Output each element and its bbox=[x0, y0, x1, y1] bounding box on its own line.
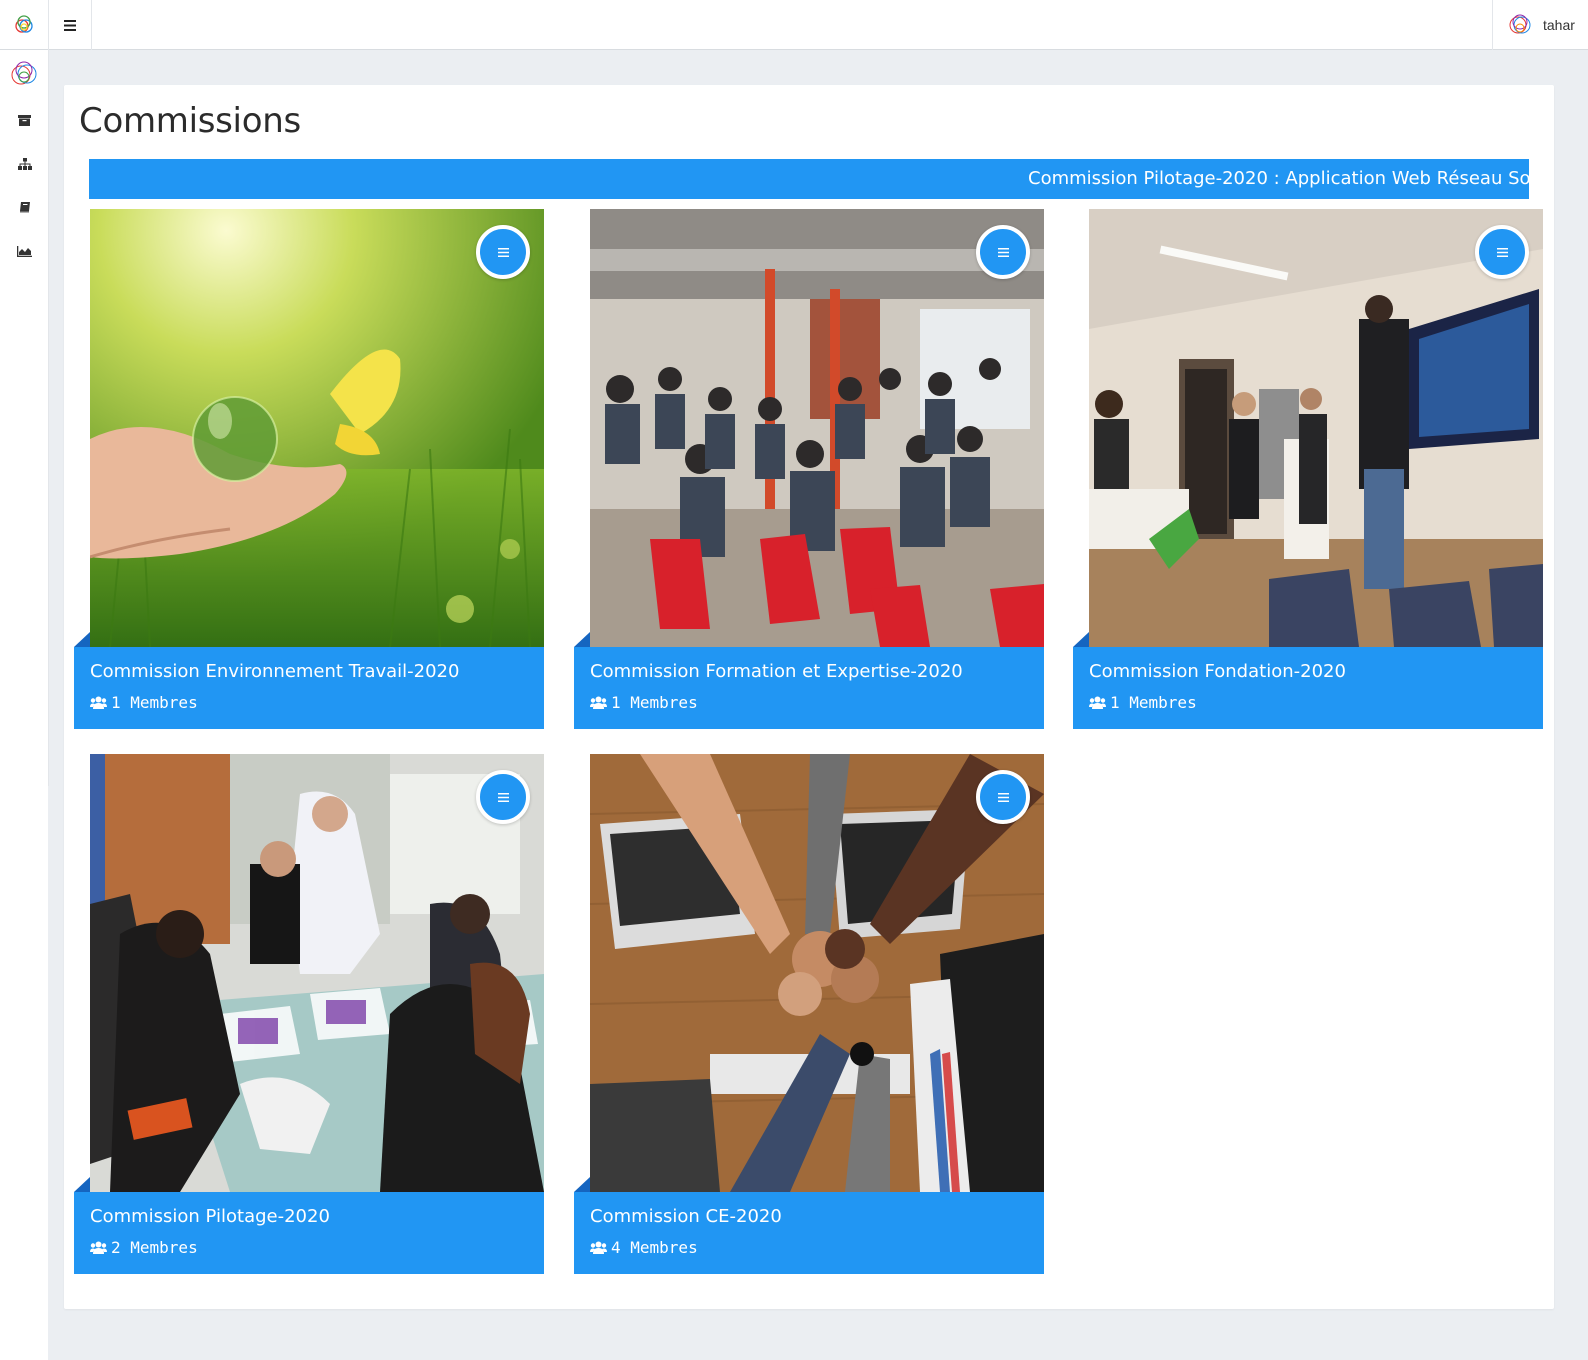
sidebar-item-archive[interactable] bbox=[0, 105, 49, 135]
users-icon bbox=[590, 696, 607, 709]
menu-toggle-button[interactable] bbox=[49, 0, 92, 50]
card-corner-decoration bbox=[574, 632, 590, 647]
card-corner-decoration bbox=[74, 632, 90, 647]
workshop-audience-photo bbox=[590, 209, 1044, 647]
card-members: 1 Membres bbox=[590, 693, 698, 712]
announcement-marquee[interactable]: Commission Pilotage-2020 : Application W… bbox=[89, 159, 1529, 199]
nature-hand-globe-butterfly-photo bbox=[90, 209, 544, 647]
card-members: 4 Membres bbox=[590, 1238, 698, 1257]
commission-card[interactable]: Commission Environnement Travail-2020 1 … bbox=[74, 209, 544, 729]
card-title[interactable]: Commission CE-2020 bbox=[590, 1206, 782, 1227]
card-title[interactable]: Commission Formation et Expertise-2020 bbox=[590, 661, 963, 682]
sidebar-item-charts[interactable] bbox=[0, 236, 49, 266]
sidebar-item-book[interactable] bbox=[0, 192, 49, 222]
list-icon bbox=[497, 792, 509, 802]
list-icon bbox=[497, 247, 509, 257]
members-count: 2 Membres bbox=[111, 1238, 198, 1257]
presentation-room-photo bbox=[1089, 209, 1543, 647]
card-menu-button[interactable] bbox=[976, 225, 1030, 279]
card-title[interactable]: Commission Environnement Travail-2020 bbox=[90, 661, 459, 682]
archive-icon bbox=[18, 114, 31, 126]
card-footer: Commission Fondation-2020 1 Membres bbox=[1073, 647, 1543, 729]
members-count: 4 Membres bbox=[611, 1238, 698, 1257]
card-title[interactable]: Commission Fondation-2020 bbox=[1089, 661, 1346, 682]
card-footer: Commission Formation et Expertise-2020 1… bbox=[574, 647, 1044, 729]
users-icon bbox=[90, 696, 107, 709]
members-count: 1 Membres bbox=[111, 693, 198, 712]
team-fist-bump-photo bbox=[590, 754, 1044, 1192]
sitemap-icon bbox=[17, 158, 32, 170]
card-members: 1 Membres bbox=[90, 693, 198, 712]
members-count: 1 Membres bbox=[611, 693, 698, 712]
list-icon bbox=[997, 792, 1009, 802]
user-avatar-icon bbox=[1509, 14, 1531, 34]
card-footer: Commission Pilotage-2020 2 Membres bbox=[74, 1192, 544, 1274]
user-name: tahar bbox=[1543, 17, 1575, 33]
sidebar-logo[interactable] bbox=[8, 57, 40, 91]
sidebar bbox=[0, 50, 49, 1360]
card-menu-button[interactable] bbox=[976, 770, 1030, 824]
card-title[interactable]: Commission Pilotage-2020 bbox=[90, 1206, 330, 1227]
card-menu-button[interactable] bbox=[476, 770, 530, 824]
card-corner-decoration bbox=[574, 1177, 590, 1192]
sidebar-item-sitemap[interactable] bbox=[0, 149, 49, 179]
user-menu[interactable]: tahar bbox=[1492, 0, 1588, 50]
commission-card[interactable]: Commission Formation et Expertise-2020 1… bbox=[574, 209, 1044, 729]
card-footer: Commission CE-2020 4 Membres bbox=[574, 1192, 1044, 1274]
commission-card[interactable]: Commission CE-2020 4 Membres bbox=[574, 754, 1044, 1274]
card-footer: Commission Environnement Travail-2020 1 … bbox=[74, 647, 544, 729]
list-icon bbox=[997, 247, 1009, 257]
commission-card[interactable]: Commission Fondation-2020 1 Membres bbox=[1073, 209, 1543, 729]
logo-icon bbox=[11, 61, 37, 85]
card-menu-button[interactable] bbox=[476, 225, 530, 279]
meeting-table-photo bbox=[90, 754, 544, 1192]
users-icon bbox=[1089, 696, 1106, 709]
area-chart-icon bbox=[17, 245, 32, 257]
page-title: Commissions bbox=[79, 101, 301, 141]
card-corner-decoration bbox=[1073, 632, 1089, 647]
list-icon bbox=[1496, 247, 1508, 257]
content-panel: Commissions Commission Pilotage-2020 : A… bbox=[64, 85, 1554, 1309]
logo-icon bbox=[15, 15, 33, 33]
card-corner-decoration bbox=[74, 1177, 90, 1192]
commission-card[interactable]: Commission Pilotage-2020 2 Membres bbox=[74, 754, 544, 1274]
sidebar-divider bbox=[48, 786, 49, 1360]
card-members: 2 Membres bbox=[90, 1238, 198, 1257]
card-menu-button[interactable] bbox=[1475, 225, 1529, 279]
members-count: 1 Membres bbox=[1110, 693, 1197, 712]
brand-logo[interactable] bbox=[0, 0, 49, 50]
book-icon bbox=[19, 202, 30, 213]
top-navbar: tahar bbox=[0, 0, 1588, 50]
hamburger-icon bbox=[64, 19, 76, 31]
users-icon bbox=[590, 1241, 607, 1254]
marquee-text: Commission Pilotage-2020 : Application W… bbox=[1028, 168, 1529, 189]
users-icon bbox=[90, 1241, 107, 1254]
card-members: 1 Membres bbox=[1089, 693, 1197, 712]
